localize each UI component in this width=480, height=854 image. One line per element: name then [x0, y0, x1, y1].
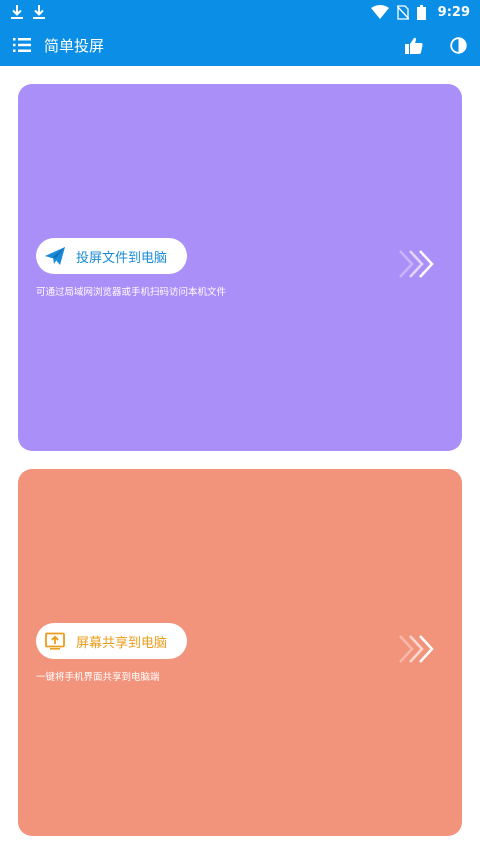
paper-plane-icon — [44, 245, 66, 267]
screen-share-card[interactable]: 屏幕共享到电脑 一键将手机界面共享到电脑端 — [18, 469, 462, 836]
screen-upload-icon — [44, 630, 66, 652]
no-sim-icon — [396, 4, 409, 20]
stats-button[interactable] — [436, 24, 480, 66]
chevron-right-icon — [399, 635, 434, 663]
screen-share-label: 屏幕共享到电脑 — [76, 635, 168, 651]
cast-files-description: 可通过局域网浏览器或手机扫码访问本机文件 — [36, 287, 227, 298]
cast-files-card[interactable]: 投屏文件到电脑 可通过局域网浏览器或手机扫码访问本机文件 — [18, 84, 462, 451]
wifi-icon — [370, 5, 389, 19]
menu-button[interactable] — [0, 24, 44, 66]
status-bar-right: 9:29 — [370, 4, 470, 20]
cast-files-label: 投屏文件到电脑 — [76, 250, 168, 266]
menu-icon — [13, 38, 31, 52]
status-time: 9:29 — [437, 4, 470, 20]
screen-share-description: 一键将手机界面共享到电脑端 — [36, 672, 160, 683]
battery-icon — [416, 4, 426, 20]
chevron-right-icon — [399, 250, 434, 278]
cast-files-button[interactable]: 投屏文件到电脑 — [36, 238, 187, 274]
pie-chart-icon — [449, 36, 467, 54]
content-area: 投屏文件到电脑 可通过局域网浏览器或手机扫码访问本机文件 屏幕共享到电脑 一键将… — [0, 66, 480, 854]
status-bar: 9:29 — [0, 0, 480, 24]
download-icon — [33, 5, 45, 19]
status-bar-left — [10, 4, 46, 20]
download-icon — [11, 5, 23, 19]
screen-share-button[interactable]: 屏幕共享到电脑 — [36, 623, 187, 659]
rate-button[interactable] — [392, 24, 436, 66]
page-title: 简单投屏 — [44, 36, 105, 55]
app-bar: 简单投屏 — [0, 24, 480, 66]
thumbs-up-icon — [405, 37, 423, 54]
